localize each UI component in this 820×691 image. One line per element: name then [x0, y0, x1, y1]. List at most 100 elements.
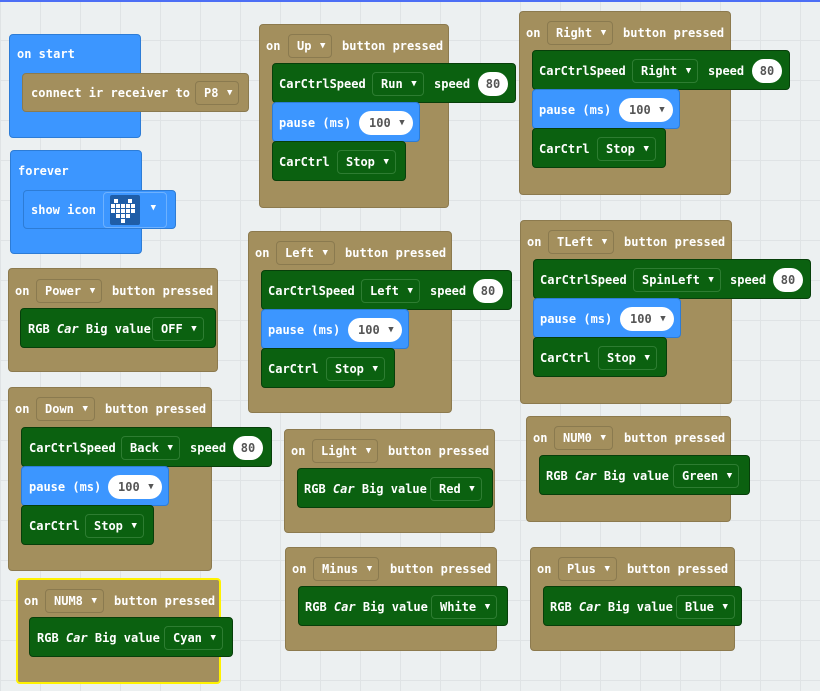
num8-button-value: NUM8 [54, 594, 83, 608]
pause-block[interactable]: pause (ms) 100 ▼ [261, 309, 409, 349]
pause-block[interactable]: pause (ms) 100 ▼ [532, 89, 680, 129]
pause-dropdown[interactable]: 100 ▼ [619, 98, 673, 122]
pause-value: 100 [369, 116, 391, 130]
rgb-value-dropdown[interactable]: Green ▼ [673, 464, 740, 488]
direction-dropdown[interactable]: Run ▼ [372, 72, 424, 96]
left-button-dropdown[interactable]: Left ▼ [276, 241, 335, 265]
direction-value: Run [381, 77, 403, 91]
plus-button-dropdown[interactable]: Plus ▼ [558, 557, 617, 581]
chevron-down-icon: ▼ [660, 314, 666, 324]
carctrl-dropdown[interactable]: Stop ▼ [326, 357, 385, 381]
pause-dropdown[interactable]: 100 ▼ [359, 111, 413, 135]
button-pressed-label: button pressed [624, 235, 726, 249]
carctrl-block[interactable]: CarCtrl Stop ▼ [532, 128, 666, 168]
on-label: on [292, 562, 307, 576]
carctrl-block[interactable]: CarCtrl Stop ▼ [21, 505, 154, 545]
carctrl-dropdown[interactable]: Stop ▼ [598, 346, 657, 370]
rgb-car-big-value-block[interactable]: RGB Car Big value Blue ▼ [543, 586, 742, 626]
chevron-down-icon: ▼ [685, 66, 692, 76]
speed-input[interactable]: 80 [752, 59, 782, 83]
on-label: on [15, 284, 30, 298]
carctrl-block[interactable]: CarCtrl Stop ▼ [272, 141, 406, 181]
chevron-down-icon: ▼ [399, 118, 405, 128]
rgb-value-dropdown[interactable]: Cyan ▼ [164, 626, 223, 650]
chevron-down-icon: ▼ [726, 471, 733, 481]
pause-dropdown[interactable]: 100 ▼ [620, 307, 674, 331]
minus-button-value: Minus [322, 562, 359, 576]
top-accent-line [0, 0, 820, 2]
carctrlspeed-block[interactable]: CarCtrlSpeed Run ▼ speed 80 [272, 63, 516, 103]
chevron-down-icon: ▼ [82, 404, 88, 414]
carctrl-dropdown[interactable]: Stop ▼ [597, 137, 656, 161]
num8-button-dropdown[interactable]: NUM8 ▼ [45, 589, 104, 613]
direction-value: Right [641, 64, 678, 78]
carctrl-label: CarCtrl [279, 155, 330, 169]
left-button-value: Left [285, 246, 314, 260]
chevron-down-icon: ▼ [643, 144, 649, 154]
carctrlspeed-block[interactable]: CarCtrlSpeed Back ▼ speed 80 [21, 427, 272, 467]
speed-input[interactable]: 80 [478, 72, 508, 96]
pause-label: pause (ms) [279, 116, 352, 130]
direction-value: SpinLeft [642, 273, 700, 287]
carctrlspeed-block[interactable]: CarCtrlSpeed SpinLeft ▼ speed 80 [533, 259, 811, 299]
direction-dropdown[interactable]: SpinLeft ▼ [633, 268, 721, 292]
rgb-car-big-value-block[interactable]: RGB Car Big value Green ▼ [539, 455, 750, 495]
carctrl-label: CarCtrl [540, 351, 591, 365]
speed-label: speed [430, 284, 467, 298]
chevron-down-icon: ▼ [322, 248, 328, 258]
carctrl-value: Stop [607, 351, 636, 365]
carctrl-label: CarCtrl [268, 362, 319, 376]
rgb-value-dropdown[interactable]: Red ▼ [430, 477, 482, 501]
carctrlspeed-block[interactable]: CarCtrlSpeed Left ▼ speed 80 [261, 270, 512, 310]
rgb-value-dropdown[interactable]: White ▼ [431, 595, 498, 619]
up-button-dropdown[interactable]: Up ▼ [288, 34, 333, 58]
direction-dropdown[interactable]: Right ▼ [632, 59, 699, 83]
pause-block[interactable]: pause (ms) 100 ▼ [272, 102, 420, 142]
show-icon-block[interactable]: show icon ▼ [23, 190, 176, 229]
pause-label: pause (ms) [29, 480, 102, 494]
pause-block[interactable]: pause (ms) 100 ▼ [21, 466, 169, 506]
pin-dropdown[interactable]: P8 ▼ [195, 81, 240, 105]
rgb-value-dropdown[interactable]: OFF ▼ [152, 317, 204, 341]
num0-button-dropdown[interactable]: NUM0 ▼ [554, 426, 613, 450]
speed-input[interactable]: 80 [773, 268, 803, 292]
button-pressed-label: button pressed [345, 246, 447, 260]
rgb-car-big-value-block[interactable]: RGB Car Big value Cyan ▼ [29, 617, 233, 657]
pause-block[interactable]: pause (ms) 100 ▼ [533, 298, 681, 338]
carctrl-block[interactable]: CarCtrl Stop ▼ [261, 348, 395, 388]
speed-input[interactable]: 80 [473, 279, 503, 303]
chevron-down-icon: ▼ [708, 275, 714, 285]
direction-dropdown[interactable]: Left ▼ [361, 279, 420, 303]
right-button-dropdown[interactable]: Right ▼ [547, 21, 614, 45]
carctrl-dropdown[interactable]: Stop ▼ [337, 150, 396, 174]
rgb-car-big-value-block[interactable]: RGB Car Big value Red ▼ [297, 468, 493, 508]
rgb-label: RGB Car Big value [305, 600, 428, 614]
rgb-car-big-value-block[interactable]: RGB Car Big value White ▼ [298, 586, 508, 626]
down-button-dropdown[interactable]: Down ▼ [36, 397, 95, 421]
connect-ir-receiver-block[interactable]: connect ir receiver to P8 ▼ [22, 73, 249, 112]
pause-dropdown[interactable]: 100 ▼ [348, 318, 402, 342]
minus-button-dropdown[interactable]: Minus ▼ [313, 557, 380, 581]
carctrlspeed-label: CarCtrlSpeed [539, 64, 626, 78]
forever-title: forever [18, 164, 69, 178]
carctrl-dropdown[interactable]: Stop ▼ [85, 514, 144, 538]
rgb-value: Green [682, 469, 719, 483]
chevron-down-icon: ▼ [484, 602, 491, 612]
speed-label: speed [190, 441, 227, 455]
rgb-value-dropdown[interactable]: Blue ▼ [676, 595, 735, 619]
icon-selector[interactable]: ▼ [103, 192, 167, 228]
rgb-car-big-value-block[interactable]: RGB Car Big value OFF ▼ [20, 308, 216, 348]
pause-dropdown[interactable]: 100 ▼ [108, 475, 162, 499]
speed-input[interactable]: 80 [233, 436, 263, 460]
on-label: on [15, 402, 30, 416]
carctrlspeed-label: CarCtrlSpeed [29, 441, 116, 455]
rgb-label: RGB Car Big value [28, 322, 151, 336]
power-button-dropdown[interactable]: Power ▼ [36, 279, 103, 303]
light-button-dropdown[interactable]: Light ▼ [312, 439, 379, 463]
direction-dropdown[interactable]: Back ▼ [121, 436, 180, 460]
carctrlspeed-block[interactable]: CarCtrlSpeed Right ▼ speed 80 [532, 50, 790, 90]
carctrl-block[interactable]: CarCtrl Stop ▼ [533, 337, 667, 377]
carctrl-value: Stop [94, 519, 123, 533]
tleft-button-dropdown[interactable]: TLeft ▼ [548, 230, 615, 254]
chevron-down-icon: ▼ [722, 602, 728, 612]
